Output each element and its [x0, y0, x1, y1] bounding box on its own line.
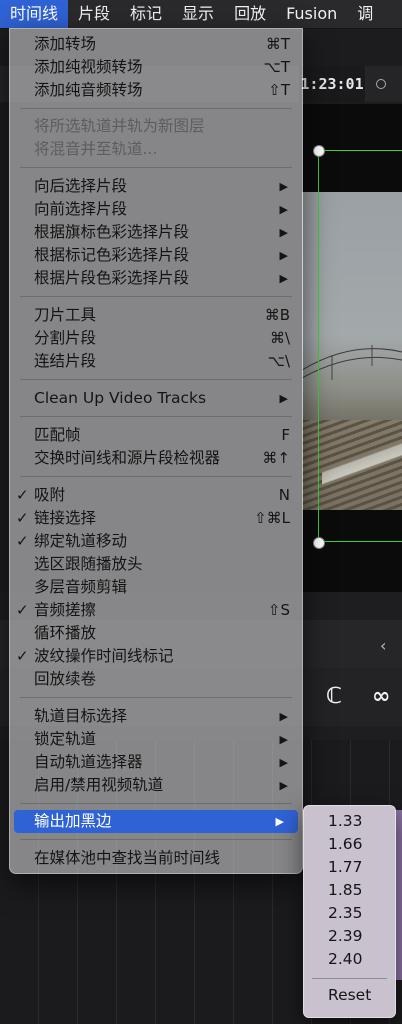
transform-box[interactable]	[318, 150, 402, 542]
output-blanking-submenu: 1.33 1.66 1.77 1.85 2.35 2.39 2.40 Reset	[303, 805, 396, 1018]
menu-item-swap-viewers[interactable]: 交换时间线和源片段检视器 ⌘↑	[10, 447, 302, 470]
menu-item-select-clips-forward[interactable]: 向前选择片段 ▶	[10, 198, 302, 221]
submenu-arrow-icon: ▶	[279, 226, 288, 239]
menu-item-add-audio-transition[interactable]: 添加纯音频转场 ⇧T	[10, 79, 302, 102]
menu-item-join-clips[interactable]: 连结片段 ⌥\	[10, 350, 302, 373]
link-icon[interactable]: ∞	[372, 684, 390, 709]
submenu-arrow-icon: ▶	[279, 779, 288, 792]
menu-item-playback-preroll[interactable]: 回放续卷	[10, 668, 302, 691]
submenu-arrow-icon: ▶	[275, 815, 284, 828]
submenu-item-reset[interactable]: Reset	[304, 984, 395, 1007]
menu-item-lock-track-move[interactable]: ✓ 绑定轨道移动	[10, 530, 302, 553]
chevron-left-icon[interactable]: ‹	[380, 636, 386, 655]
submenu-item-2-35[interactable]: 2.35	[304, 902, 395, 925]
transform-handle-bottom-left[interactable]	[313, 537, 325, 549]
menu-clip[interactable]: 片段	[68, 0, 120, 28]
menu-separator	[20, 476, 292, 477]
menu-item-match-frame[interactable]: 匹配帧 F	[10, 424, 302, 447]
submenu-arrow-icon: ▶	[279, 272, 288, 285]
submenu-item-1-33[interactable]: 1.33	[304, 810, 395, 833]
menu-item-find-in-media-pool[interactable]: 在媒体池中查找当前时间线	[10, 847, 302, 870]
menu-item-mixdown-to-track: 将混音并至轨道...	[34, 140, 158, 158]
checkmark-icon: ✓	[16, 509, 29, 527]
menu-item-ripple-markers[interactable]: ✓ 波纹操作时间线标记	[10, 645, 302, 668]
submenu-item-1-66[interactable]: 1.66	[304, 833, 395, 856]
menu-item-merge-tracks: 将所选轨道并轨为新图层	[34, 117, 205, 135]
checkmark-icon: ✓	[16, 532, 29, 550]
transform-handle-top-left[interactable]	[313, 145, 325, 157]
submenu-arrow-icon: ▶	[279, 392, 288, 405]
menu-item-clean-up-video-tracks[interactable]: Clean Up Video Tracks ▶	[10, 387, 302, 410]
menu-item-toggle-video-track[interactable]: 启用/禁用视频轨道 ▶	[10, 774, 302, 797]
submenu-item-1-77[interactable]: 1.77	[304, 856, 395, 879]
submenu-item-2-39[interactable]: 2.39	[304, 925, 395, 948]
submenu-arrow-icon: ▶	[279, 756, 288, 769]
menu-item-audio-scrubbing[interactable]: ✓ 音频搓擦 ⇧S	[10, 599, 302, 622]
menu-separator	[20, 108, 292, 109]
menu-item-multi-layer-audio[interactable]: 多层音频剪辑	[10, 576, 302, 599]
menu-item-lock-track[interactable]: 锁定轨道 ▶	[10, 728, 302, 751]
submenu-arrow-icon: ▶	[279, 733, 288, 746]
menu-separator	[20, 697, 292, 698]
viewer-option-icon[interactable]	[376, 79, 386, 89]
menu-separator	[20, 416, 292, 417]
menu-separator	[20, 803, 292, 804]
menu-item-linked-selection[interactable]: ✓ 链接选择 ⇧⌘L	[10, 507, 302, 530]
menu-separator	[312, 978, 387, 979]
menu-item-select-by-marker-color[interactable]: 根据标记色彩选择片段 ▶	[10, 244, 302, 267]
menu-mark[interactable]: 标记	[120, 0, 172, 28]
menu-fusion[interactable]: Fusion	[276, 0, 347, 28]
checkmark-icon: ✓	[16, 601, 29, 619]
submenu-arrow-icon: ▶	[279, 710, 288, 723]
menu-separator	[20, 296, 292, 297]
menu-view[interactable]: 显示	[172, 0, 224, 28]
menu-item-track-destination[interactable]: 轨道目标选择 ▶	[10, 705, 302, 728]
menu-separator	[20, 379, 292, 380]
menu-item-split-clip[interactable]: 分割片段 ⌘\	[10, 327, 302, 350]
menu-item-blade-tool[interactable]: 刀片工具 ⌘B	[10, 304, 302, 327]
checkmark-icon: ✓	[16, 647, 29, 665]
timeline-clip[interactable]	[395, 810, 402, 980]
menu-item-select-by-clip-color[interactable]: 根据片段色彩选择片段 ▶	[10, 267, 302, 290]
menu-separator	[20, 839, 292, 840]
menu-item-add-video-transition[interactable]: 添加纯视频转场 ⌥T	[10, 56, 302, 79]
timeline-dropdown-menu: 添加转场 ⌘T 添加纯视频转场 ⌥T 添加纯音频转场 ⇧T 将所选轨道并轨为新图…	[9, 28, 303, 874]
menu-item-output-blanking[interactable]: 输出加黑边 ▶	[14, 810, 298, 833]
menu-item-loop-playback[interactable]: 循环播放	[10, 622, 302, 645]
app-menubar: 时间线 片段 标记 显示 回放 Fusion 调	[0, 0, 402, 29]
menu-separator	[20, 167, 292, 168]
snap-icon[interactable]: ℂ	[326, 684, 342, 709]
submenu-item-2-40[interactable]: 2.40	[304, 948, 395, 971]
menu-timeline[interactable]: 时间线	[0, 0, 69, 28]
submenu-item-1-85[interactable]: 1.85	[304, 879, 395, 902]
submenu-arrow-icon: ▶	[279, 249, 288, 262]
menu-color[interactable]: 调	[347, 0, 383, 28]
submenu-arrow-icon: ▶	[279, 180, 288, 193]
menu-playback[interactable]: 回放	[224, 0, 276, 28]
menu-item-select-clips-backward[interactable]: 向后选择片段 ▶	[10, 175, 302, 198]
menu-item-auto-track-selector[interactable]: 自动轨道选择器 ▶	[10, 751, 302, 774]
submenu-arrow-icon: ▶	[279, 203, 288, 216]
timecode-display: 1:23:01	[299, 66, 365, 102]
checkmark-icon: ✓	[16, 486, 29, 504]
menu-item-add-transition[interactable]: 添加转场 ⌘T	[10, 33, 302, 56]
menu-item-select-by-flag-color[interactable]: 根据旗标色彩选择片段 ▶	[10, 221, 302, 244]
menu-item-selection-follows-playhead[interactable]: 选区跟随播放头	[10, 553, 302, 576]
menu-item-snapping[interactable]: ✓ 吸附 N	[10, 484, 302, 507]
